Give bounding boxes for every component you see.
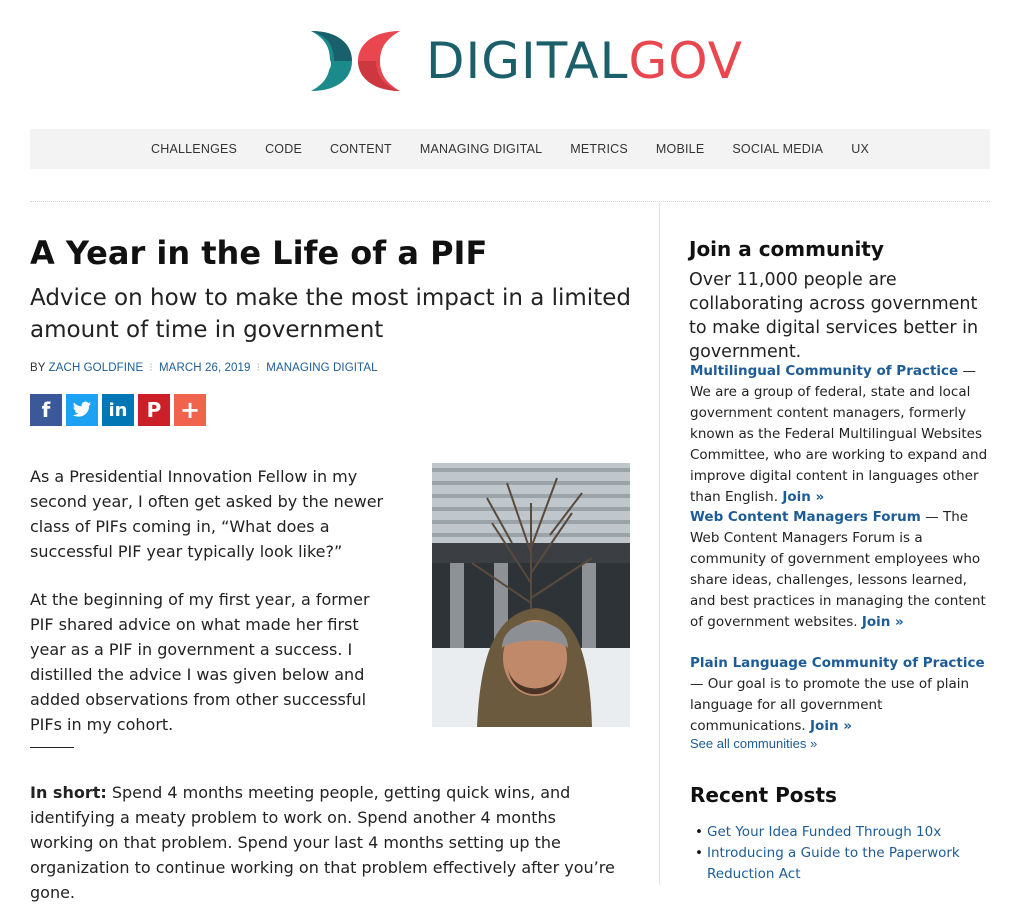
pinterest-icon[interactable]: P — [138, 394, 170, 426]
paragraph-3-text: Spend 4 months meeting people, getting q… — [30, 783, 615, 902]
category-link[interactable]: MANAGING DIGITAL — [266, 362, 377, 374]
recent-post-link[interactable]: Introducing a Guide to the Paperwork Red… — [707, 845, 960, 882]
community-link-web-content[interactable]: Web Content Managers Forum — [690, 509, 921, 525]
nav-content[interactable]: CONTENT — [330, 142, 392, 156]
logo-wordmark: DIGITALGOV — [426, 34, 743, 88]
author-link[interactable]: ZACH GOLDFINE — [49, 362, 144, 374]
topic-nav: CHALLENGES CODE CONTENT MANAGING DIGITAL… — [30, 129, 990, 169]
logo-text-digital: DIGITAL — [426, 32, 629, 90]
more-share-icon[interactable]: + — [174, 394, 206, 426]
bullet-icon: • — [695, 824, 703, 840]
section-rule — [30, 747, 74, 748]
paragraph-1: As a Presidential Innovation Fellow in m… — [30, 467, 384, 561]
nav-managing-digital[interactable]: MANAGING DIGITAL — [420, 142, 542, 156]
digitalgov-logo[interactable]: DIGITALGOV — [308, 28, 742, 94]
logo-mark-icon — [311, 31, 400, 91]
nav-code[interactable]: CODE — [265, 142, 302, 156]
community-description: — The Web Content Managers Forum is a co… — [690, 509, 986, 630]
article-subtitle: Advice on how to make the most impact in… — [30, 285, 631, 343]
article: A Year in the Life of a PIF Advice on ho… — [30, 232, 640, 902]
nav-challenges[interactable]: CHALLENGES — [151, 142, 237, 156]
community-link-multilingual[interactable]: Multilingual Community of Practice — [690, 363, 958, 379]
byline-separator: ⁝ — [256, 362, 261, 374]
byline-prefix: BY — [30, 362, 49, 374]
join-link[interactable]: Join » — [862, 614, 904, 630]
recent-posts-list: • Get Your Idea Funded Through 10x • Intro… — [695, 822, 977, 885]
join-link[interactable]: Join » — [782, 489, 824, 505]
logo-text-gov: GOV — [628, 32, 743, 90]
recent-post-link[interactable]: Get Your Idea Funded Through 10x — [707, 824, 941, 840]
nav-social-media[interactable]: SOCIAL MEDIA — [732, 142, 823, 156]
article-title: A Year in the Life of a PIF — [30, 234, 488, 272]
recent-posts-heading: Recent Posts — [690, 783, 837, 807]
date-link[interactable]: MARCH 26, 2019 — [159, 362, 251, 374]
paragraph-2: At the beginning of my first year, a for… — [30, 590, 370, 734]
twitter-icon[interactable] — [66, 394, 98, 426]
community-link-plain-language[interactable]: Plain Language Community of Practice — [690, 655, 985, 671]
column-divider — [659, 203, 660, 885]
byline-separator: ⁝ — [149, 362, 153, 374]
community-item: Plain Language Community of Practice — O… — [690, 653, 989, 737]
see-all-communities-link[interactable]: See all communities » — [690, 736, 817, 751]
linkedin-icon[interactable]: in — [102, 394, 134, 426]
facebook-icon[interactable]: f — [30, 394, 62, 426]
in-short-label: In short: — [30, 783, 107, 802]
nav-mobile[interactable]: MOBILE — [656, 142, 704, 156]
community-description: — We are a group of federal, state and l… — [690, 363, 988, 505]
list-item: • Get Your Idea Funded Through 10x — [695, 822, 977, 843]
bullet-icon: • — [695, 845, 703, 861]
header-divider — [30, 201, 990, 202]
community-heading: Join a community — [689, 237, 884, 261]
nav-ux[interactable]: UX — [851, 142, 869, 156]
community-item: Multilingual Community of Practice — We … — [690, 361, 989, 508]
author-photo — [432, 463, 630, 727]
community-item: Web Content Managers Forum — The Web Con… — [690, 507, 989, 633]
community-intro: Over 11,000 people are collaborating acr… — [689, 270, 979, 362]
list-item: • Introducing a Guide to the Paperwork Re… — [695, 843, 977, 885]
byline: BY ZACH GOLDFINE ⁝ MARCH 26, 2019 ⁝ MANAGING… — [30, 360, 640, 374]
paragraph-3: In short: Spend 4 months meeting people,… — [30, 780, 620, 905]
join-link[interactable]: Join » — [810, 718, 852, 734]
nav-metrics[interactable]: METRICS — [570, 142, 628, 156]
share-buttons: f in P + — [30, 394, 640, 426]
sidebar: Join a community Over 11,000 people are … — [689, 236, 989, 882]
